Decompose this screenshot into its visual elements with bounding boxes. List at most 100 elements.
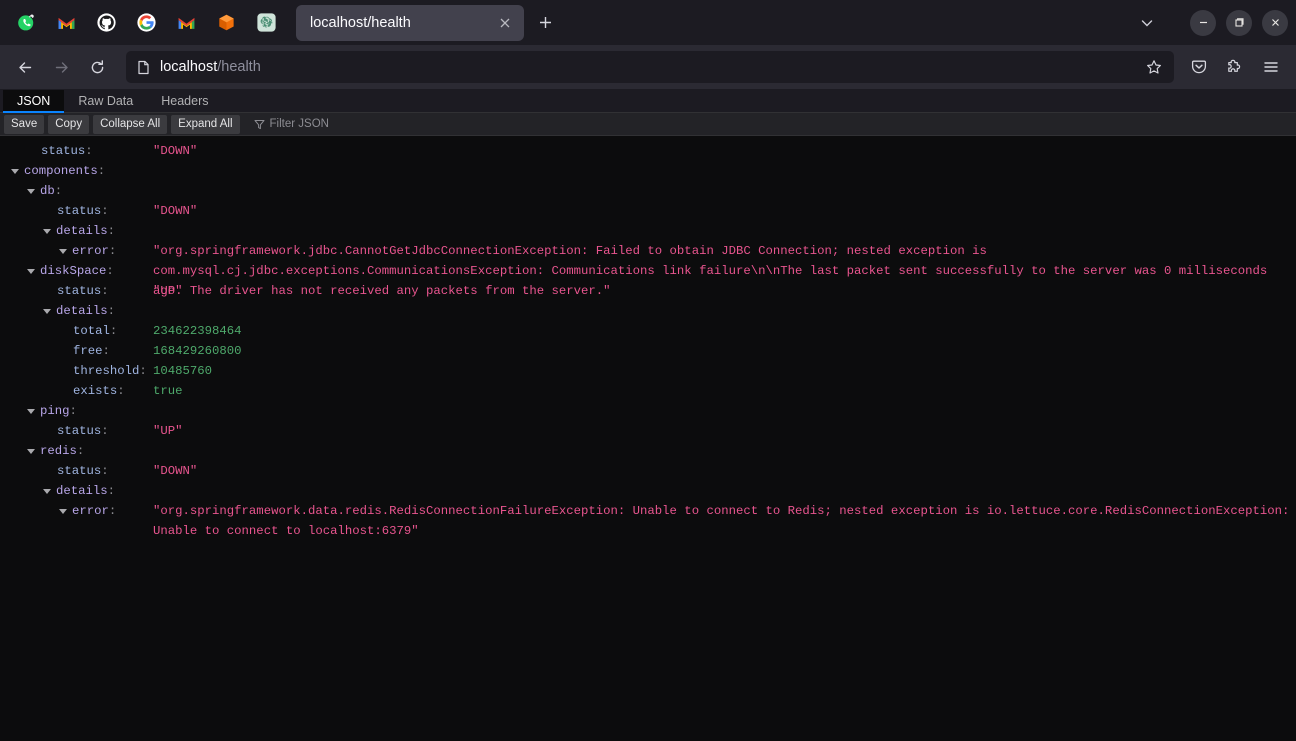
- expand-all-button[interactable]: Expand All: [171, 114, 240, 134]
- json-value: "UP": [153, 284, 183, 298]
- pinned-tab-whatsapp[interactable]: [6, 6, 46, 40]
- forward-button[interactable]: [44, 51, 78, 83]
- json-key: threshold: [73, 364, 140, 378]
- chevron-down-icon: [1141, 19, 1153, 26]
- tab-headers[interactable]: Headers: [147, 90, 222, 113]
- json-colon: :: [106, 264, 114, 278]
- pinned-tab-cube[interactable]: [206, 6, 246, 40]
- json-row[interactable]: status: "UP": [0, 421, 1296, 441]
- json-colon: :: [101, 204, 109, 218]
- json-value: "UP": [153, 424, 183, 438]
- pinned-tab-chatgpt[interactable]: [246, 6, 286, 40]
- pinned-tab-gmail[interactable]: [46, 6, 86, 40]
- json-key: status: [57, 464, 102, 478]
- expand-toggle-icon[interactable]: [59, 248, 67, 254]
- json-row[interactable]: status: "DOWN": [0, 141, 1296, 161]
- google-icon: [136, 13, 156, 32]
- json-row[interactable]: details:: [0, 301, 1296, 321]
- pinned-tab-gmail-2[interactable]: [166, 6, 206, 40]
- json-row[interactable]: free: 168429260800: [0, 341, 1296, 361]
- expand-toggle-icon[interactable]: [43, 228, 51, 234]
- pinned-tab-google[interactable]: [126, 6, 166, 40]
- json-row[interactable]: components:: [0, 161, 1296, 181]
- json-row[interactable]: total: 234622398464: [0, 321, 1296, 341]
- expand-toggle-icon[interactable]: [27, 408, 35, 414]
- json-key: details: [56, 484, 108, 498]
- whatsapp-icon: [17, 14, 34, 31]
- reload-button[interactable]: [80, 51, 114, 83]
- active-tab[interactable]: localhost/health: [296, 4, 524, 41]
- json-colon: :: [101, 464, 109, 478]
- close-icon-glyph: [500, 18, 510, 27]
- json-row[interactable]: db:: [0, 181, 1296, 201]
- url-text: localhost/health: [160, 59, 1131, 75]
- json-colon: :: [109, 324, 118, 338]
- copy-button[interactable]: Copy: [48, 114, 90, 134]
- json-value: "DOWN": [153, 204, 198, 218]
- new-tab-button[interactable]: [530, 8, 560, 38]
- close-icon[interactable]: [494, 12, 516, 34]
- hamburger-menu-icon: [1264, 62, 1278, 72]
- tab-raw-data[interactable]: Raw Data: [64, 90, 147, 113]
- list-all-tabs-button[interactable]: [1130, 8, 1164, 38]
- json-key: diskSpace: [40, 264, 107, 278]
- json-row[interactable]: details:: [0, 221, 1296, 241]
- json-key: status: [57, 424, 102, 438]
- collapse-all-button[interactable]: Collapse All: [93, 114, 168, 134]
- json-row[interactable]: status: "UP": [0, 281, 1296, 301]
- json-row[interactable]: status: "DOWN": [0, 461, 1296, 481]
- json-key: details: [56, 224, 108, 238]
- json-key: free: [73, 344, 103, 358]
- json-row[interactable]: error: "org.springframework.data.redis.Re…: [0, 501, 1296, 538]
- json-row[interactable]: error: "org.springframework.jdbc.CannotGe…: [0, 241, 1296, 298]
- json-row[interactable]: threshold:10485760: [0, 361, 1296, 381]
- json-row[interactable]: status: "DOWN": [0, 201, 1296, 221]
- window-controls: [1190, 9, 1288, 36]
- json-colon: :: [108, 244, 117, 258]
- save-to-pocket-button[interactable]: [1182, 51, 1216, 83]
- pinned-tab-github[interactable]: [86, 6, 126, 40]
- json-colon: :: [102, 344, 110, 358]
- bookmark-star-icon[interactable]: [1140, 53, 1168, 81]
- json-row[interactable]: diskSpace:: [0, 261, 1296, 281]
- back-button[interactable]: [8, 51, 42, 83]
- active-tab-title: localhost/health: [310, 14, 411, 31]
- minimize-button[interactable]: [1190, 9, 1216, 36]
- close-window-button[interactable]: [1262, 9, 1288, 36]
- json-colon: :: [85, 144, 93, 158]
- tabstrip-right-controls: [1130, 8, 1290, 38]
- expand-toggle-icon[interactable]: [43, 308, 51, 314]
- tab-json[interactable]: JSON: [3, 90, 65, 113]
- json-value: 234622398464: [153, 324, 242, 338]
- maximize-button[interactable]: [1226, 9, 1252, 36]
- expand-toggle-icon[interactable]: [11, 168, 19, 174]
- expand-toggle-icon[interactable]: [27, 188, 35, 194]
- json-row[interactable]: exists: true: [0, 381, 1296, 401]
- json-row[interactable]: ping:: [0, 401, 1296, 421]
- expand-toggle-icon[interactable]: [27, 268, 35, 274]
- filter-json-input[interactable]: Filter JSON: [248, 115, 335, 134]
- expand-toggle-icon[interactable]: [43, 488, 51, 494]
- expand-toggle-icon[interactable]: [59, 508, 67, 514]
- reload-icon: [91, 59, 103, 73]
- expand-toggle-icon[interactable]: [27, 448, 35, 454]
- extensions-button[interactable]: [1218, 51, 1252, 83]
- json-row[interactable]: details:: [0, 481, 1296, 501]
- json-value: true: [153, 384, 183, 398]
- app-menu-button[interactable]: [1254, 51, 1288, 83]
- save-button[interactable]: Save: [4, 114, 45, 134]
- json-row[interactable]: redis:: [0, 441, 1296, 461]
- url-bar[interactable]: localhost/health: [126, 51, 1174, 83]
- orange-cube-icon: [218, 14, 234, 31]
- json-key: db: [40, 184, 55, 198]
- chatgpt-icon: [256, 13, 276, 32]
- plus-icon: [539, 17, 551, 28]
- gmail-icon: [58, 17, 74, 29]
